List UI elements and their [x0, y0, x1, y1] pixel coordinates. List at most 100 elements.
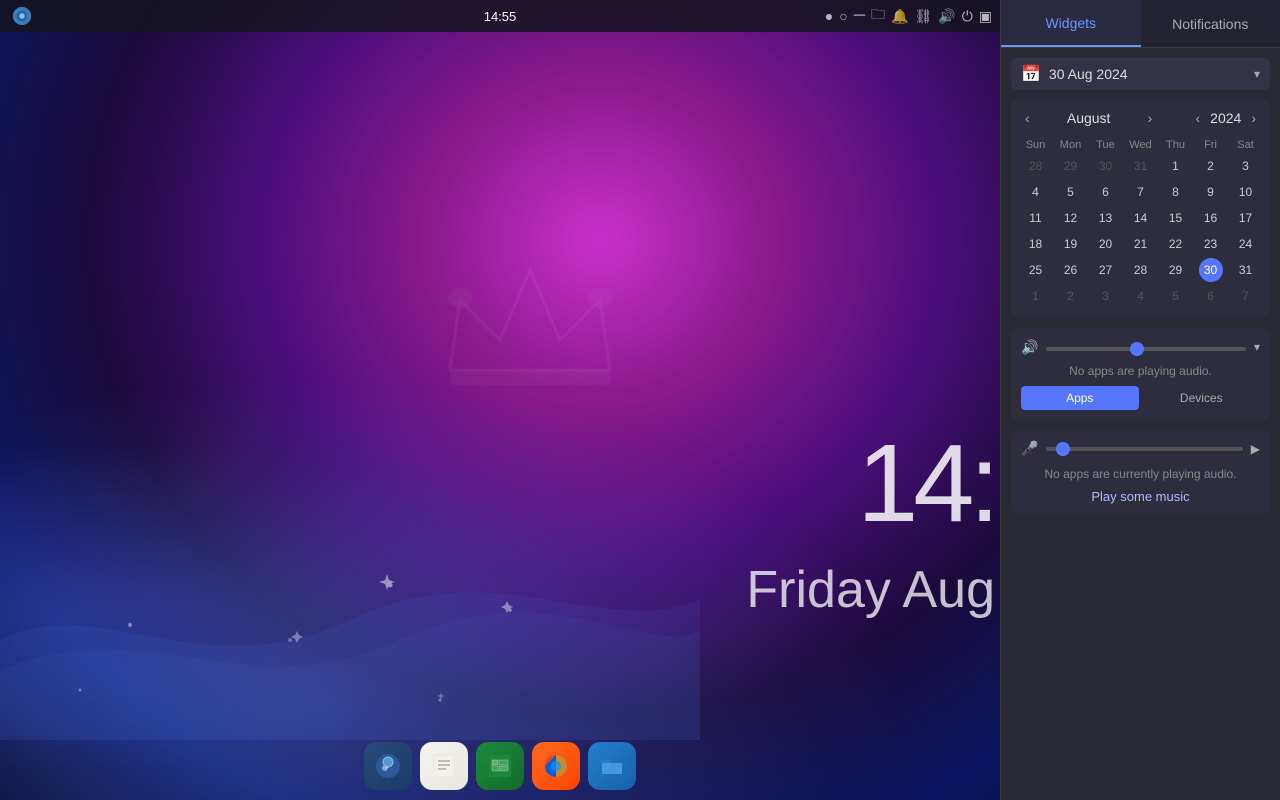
decorative-waves — [0, 440, 700, 740]
audio-tab-devices[interactable]: Devices — [1143, 386, 1261, 410]
calendar-day[interactable]: 5 — [1164, 284, 1188, 308]
right-panel: Widgets Notifications 📅 30 Aug 2024 ▾ ‹ … — [1000, 0, 1280, 800]
day-header-sun: Sun — [1019, 136, 1052, 154]
no-playing-text: No apps are currently playing audio. — [1021, 467, 1260, 481]
panel-tabs: Widgets Notifications — [1001, 0, 1280, 48]
calendar-day[interactable]: 18 — [1024, 232, 1048, 256]
taskbar-right-icons: ● ○ ─ 🗀 🔔 ⛓ 🔊 ⏻ ▣ — [825, 4, 992, 28]
power-icon[interactable]: ⏻ — [962, 8, 973, 25]
day-header-thu: Thu — [1159, 136, 1192, 154]
calendar-day[interactable]: 2 — [1059, 284, 1083, 308]
taskbar: 14:55 ● ○ ─ 🗀 🔔 ⛓ 🔊 ⏻ ▣ — [0, 0, 1000, 32]
date-header-text: 30 Aug 2024 — [1049, 66, 1254, 82]
calendar-day[interactable]: 22 — [1164, 232, 1188, 256]
microphone-icon: 🎤 — [1021, 440, 1038, 457]
calendar-day[interactable]: 29 — [1164, 258, 1188, 282]
calendar-day[interactable]: 28 — [1129, 258, 1153, 282]
screen-icon[interactable]: ▣ — [979, 8, 992, 25]
calendar-day[interactable]: 16 — [1199, 206, 1223, 230]
calendar-day[interactable]: 4 — [1129, 284, 1153, 308]
calendar-day[interactable]: 4 — [1024, 180, 1048, 204]
calendar-day[interactable]: 2 — [1199, 154, 1223, 178]
calendar-day[interactable]: 9 — [1199, 180, 1223, 204]
day-header-tue: Tue — [1089, 136, 1122, 154]
audio-tabs: Apps Devices — [1021, 386, 1260, 410]
calendar-day[interactable]: 8 — [1164, 180, 1188, 204]
minimize-icon[interactable]: ─ — [854, 7, 865, 25]
calendar-day[interactable]: 26 — [1059, 258, 1083, 282]
calendar-day[interactable]: 1 — [1164, 154, 1188, 178]
calendar-day[interactable]: 28 — [1024, 154, 1048, 178]
dock-item-steam[interactable] — [364, 742, 412, 790]
volume-icon[interactable]: 🔊 — [938, 8, 955, 25]
dock-item-files[interactable] — [588, 742, 636, 790]
calendar-day[interactable]: 10 — [1234, 180, 1258, 204]
next-month-button[interactable]: › — [1142, 108, 1159, 128]
dock-item-sheets[interactable] — [476, 742, 524, 790]
folder-icon[interactable]: 🗀 — [871, 4, 885, 28]
calendar-day[interactable]: 11 — [1024, 206, 1048, 230]
calendar-day[interactable]: 6 — [1094, 180, 1118, 204]
day-header-sat: Sat — [1229, 136, 1262, 154]
mic-section: 🎤 ▶ No apps are currently playing audio.… — [1011, 430, 1270, 514]
desktop-date: Friday Aug — [746, 560, 995, 620]
calendar-icon: 📅 — [1021, 64, 1041, 84]
audio-tab-apps[interactable]: Apps — [1021, 386, 1139, 410]
calendar-day[interactable]: 19 — [1059, 232, 1083, 256]
dock-item-firefox[interactable] — [532, 742, 580, 790]
calendar-day[interactable]: 14 — [1129, 206, 1153, 230]
calendar-day[interactable]: 21 — [1129, 232, 1153, 256]
tab-notifications[interactable]: Notifications — [1141, 0, 1280, 47]
calendar-days-grid: 2829303112345678910111213141516171819202… — [1019, 154, 1262, 308]
mic-row: 🎤 ▶ — [1021, 440, 1260, 457]
calendar-day[interactable]: 1 — [1024, 284, 1048, 308]
next-year-button[interactable]: › — [1245, 108, 1262, 128]
indicator-empty-icon: ○ — [839, 8, 847, 24]
calendar-day[interactable]: 23 — [1199, 232, 1223, 256]
calendar-nav: ‹ August › ‹ 2024 › — [1019, 108, 1262, 128]
calendar-day[interactable]: 30 — [1094, 154, 1118, 178]
no-audio-text: No apps are playing audio. — [1021, 364, 1260, 378]
volume-section: 🔊 ▾ No apps are playing audio. Apps Devi… — [1011, 328, 1270, 420]
date-header-dropdown-icon[interactable]: ▾ — [1254, 67, 1260, 81]
desktop-clock: 14: — [857, 420, 995, 547]
crown-watermark — [430, 250, 630, 400]
calendar-day[interactable]: 12 — [1059, 206, 1083, 230]
calendar-day[interactable]: 15 — [1164, 206, 1188, 230]
calendar-day[interactable]: 6 — [1199, 284, 1223, 308]
calendar-day[interactable]: 30 — [1199, 258, 1223, 282]
calendar-year-nav: ‹ 2024 › — [1190, 108, 1263, 128]
taskbar-logo[interactable] — [12, 6, 32, 26]
calendar-day[interactable]: 31 — [1129, 154, 1153, 178]
calendar-day[interactable]: 20 — [1094, 232, 1118, 256]
calendar-day[interactable]: 17 — [1234, 206, 1258, 230]
bell-icon[interactable]: 🔔 — [891, 8, 908, 25]
date-header[interactable]: 📅 30 Aug 2024 ▾ — [1011, 58, 1270, 90]
prev-year-button[interactable]: ‹ — [1190, 108, 1207, 128]
calendar-day[interactable]: 7 — [1234, 284, 1258, 308]
desktop: 14:55 ● ○ ─ 🗀 🔔 ⛓ 🔊 ⏻ ▣ — [0, 0, 1000, 800]
play-music-link[interactable]: Play some music — [1021, 489, 1260, 504]
link-icon[interactable]: ⛓ — [914, 8, 932, 25]
volume-slider-container — [1046, 338, 1246, 356]
dock-item-notes[interactable] — [420, 742, 468, 790]
calendar-day[interactable]: 24 — [1234, 232, 1258, 256]
mic-expand-icon[interactable]: ▶ — [1251, 442, 1260, 456]
calendar-day[interactable]: 5 — [1059, 180, 1083, 204]
calendar-day[interactable]: 27 — [1094, 258, 1118, 282]
calendar-day[interactable]: 25 — [1024, 258, 1048, 282]
indicator-filled-icon: ● — [825, 8, 833, 24]
calendar-day[interactable]: 29 — [1059, 154, 1083, 178]
volume-row: 🔊 ▾ — [1021, 338, 1260, 356]
volume-slider[interactable] — [1046, 347, 1246, 351]
calendar-day[interactable]: 3 — [1094, 284, 1118, 308]
calendar-day[interactable]: 7 — [1129, 180, 1153, 204]
prev-month-button[interactable]: ‹ — [1019, 108, 1036, 128]
calendar-day[interactable]: 13 — [1094, 206, 1118, 230]
volume-speaker-icon: 🔊 — [1021, 339, 1038, 356]
calendar-day[interactable]: 31 — [1234, 258, 1258, 282]
mic-slider[interactable] — [1046, 447, 1242, 451]
volume-dropdown-icon[interactable]: ▾ — [1254, 340, 1260, 354]
calendar-day[interactable]: 3 — [1234, 154, 1258, 178]
tab-widgets[interactable]: Widgets — [1001, 0, 1141, 47]
